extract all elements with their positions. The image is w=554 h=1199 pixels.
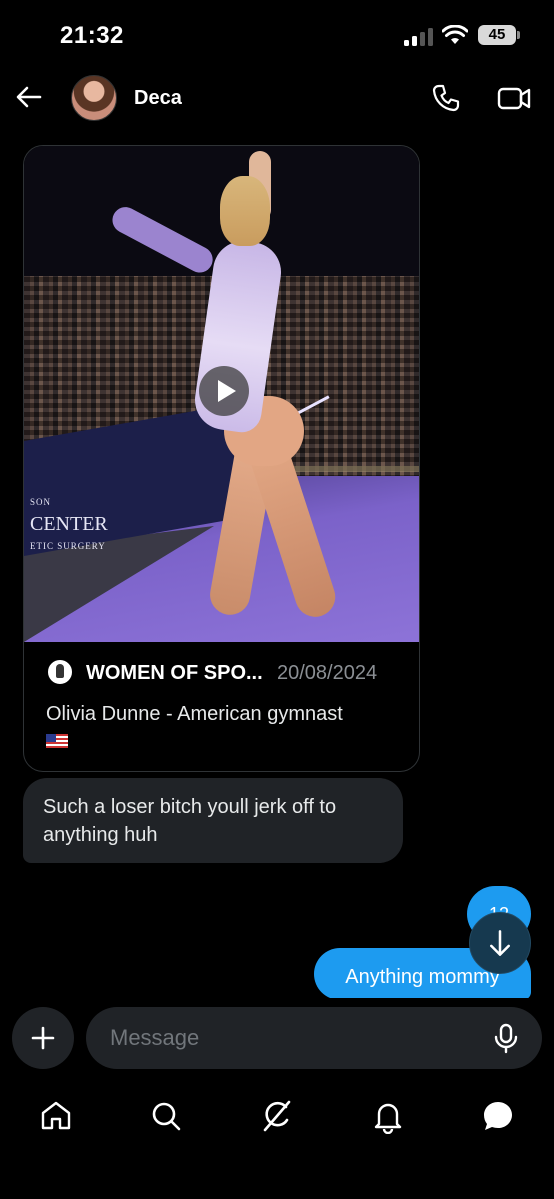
banner-main-text: CENTER: [30, 513, 108, 535]
wifi-icon: [442, 25, 468, 44]
status-bar: 21:32 45: [0, 0, 554, 70]
bell-icon[interactable]: [370, 1098, 406, 1134]
phone-icon[interactable]: [430, 82, 462, 114]
bottom-nav: [0, 1088, 554, 1148]
arena-banner-text: SON CENTER ETIC SURGERY: [30, 491, 108, 557]
avatar[interactable]: [71, 75, 117, 121]
post-meta: WOMEN OF SPO... 20/08/2024: [46, 658, 406, 688]
gymnast-head: [220, 176, 270, 246]
back-arrow-icon[interactable]: [14, 82, 44, 112]
chat-header: Deca: [0, 70, 554, 128]
banner-small-text: SON: [30, 497, 52, 507]
source-logo-icon: [46, 658, 74, 686]
mic-icon[interactable]: [490, 1022, 522, 1054]
home-indicator: [203, 1183, 351, 1188]
gymnast-arm: [107, 202, 218, 278]
message-input[interactable]: [86, 1007, 542, 1069]
search-icon[interactable]: [148, 1098, 184, 1134]
source-name[interactable]: WOMEN OF SPO...: [86, 662, 263, 685]
shared-post-card[interactable]: SON CENTER ETIC SURGERY WOMEN OF SPO... …: [23, 145, 420, 772]
post-date: 20/08/2024: [277, 662, 378, 684]
grok-icon[interactable]: [259, 1098, 295, 1134]
post-video-thumbnail[interactable]: SON CENTER ETIC SURGERY: [24, 146, 419, 642]
cellular-signal-icon: [404, 28, 434, 46]
plus-icon[interactable]: [12, 1007, 74, 1069]
status-time: 21:32: [60, 22, 124, 49]
messages-icon[interactable]: [480, 1098, 516, 1134]
play-icon[interactable]: [199, 366, 249, 416]
battery-icon: 45: [478, 25, 520, 45]
post-description: Olivia Dunne - American gymnast: [46, 703, 343, 725]
us-flag-icon: [46, 734, 68, 748]
home-icon[interactable]: [38, 1098, 74, 1134]
video-icon[interactable]: [496, 82, 532, 114]
contact-name[interactable]: Deca: [134, 87, 182, 110]
received-message[interactable]: Such a loser bitch youll jerk off to any…: [23, 778, 403, 863]
banner-sub-text: ETIC SURGERY: [30, 541, 106, 551]
arrow-down-icon[interactable]: [469, 912, 531, 974]
